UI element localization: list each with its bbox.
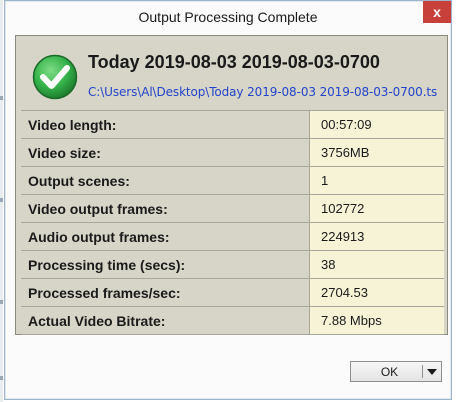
stat-value: 38 — [310, 251, 444, 278]
stat-label: Video length: — [21, 111, 310, 138]
background-mark — [0, 376, 3, 380]
stat-row-audio-output-frames: Audio output frames: 224913 — [21, 223, 444, 251]
stat-row-video-output-frames: Video output frames: 102772 — [21, 195, 444, 223]
stat-label: Output scenes: — [21, 167, 310, 194]
stat-value: 102772 — [310, 195, 444, 222]
ok-split-button: OK — [350, 361, 442, 382]
stat-label: Processing time (secs): — [21, 251, 310, 278]
stat-row-output-scenes: Output scenes: 1 — [21, 167, 444, 195]
stat-row-actual-video-bitrate: Actual Video Bitrate: 7.88 Mbps — [21, 307, 444, 335]
stat-row-video-size: Video size: 3756MB — [21, 139, 444, 167]
stat-value: 2704.53 — [310, 279, 444, 306]
ok-button[interactable]: OK — [351, 362, 422, 381]
stat-value: 00:57:09 — [310, 111, 444, 138]
stat-label: Video output frames: — [21, 195, 310, 222]
stat-row-video-length: Video length: 00:57:09 — [21, 111, 444, 139]
background-mark — [0, 300, 3, 304]
stat-value: 7.88 Mbps — [310, 307, 444, 334]
window-title: Output Processing Complete — [138, 9, 318, 25]
results-panel: Today 2019-08-03 2019-08-03-0700 C:\User… — [15, 35, 448, 335]
stat-row-processed-frames-per-sec: Processed frames/sec: 2704.53 — [21, 279, 444, 307]
stat-label: Video size: — [21, 139, 310, 166]
stat-value: 3756MB — [310, 139, 444, 166]
recording-title: Today 2019-08-03 2019-08-03-0700 — [88, 52, 380, 72]
caret-down-icon — [427, 368, 437, 375]
close-button[interactable]: x — [423, 1, 451, 23]
ok-dropdown-toggle[interactable] — [423, 362, 441, 381]
stats-table: Video length: 00:57:09 Video size: 3756M… — [21, 110, 444, 335]
output-complete-dialog: Output Processing Complete x Today 2019-… — [4, 0, 452, 400]
background-window-edge — [0, 0, 3, 402]
check-icon — [32, 54, 78, 100]
background-mark — [0, 96, 3, 100]
stat-row-processing-time: Processing time (secs): 38 — [21, 251, 444, 279]
stat-value: 224913 — [310, 223, 444, 250]
background-mark — [0, 198, 3, 202]
stat-label: Processed frames/sec: — [21, 279, 310, 306]
close-icon: x — [433, 4, 441, 20]
title-bar[interactable]: Output Processing Complete x — [5, 1, 451, 33]
stat-label: Audio output frames: — [21, 223, 310, 250]
output-file-path[interactable]: C:\Users\Al\Desktop\Today 2019-08-03 201… — [88, 85, 437, 99]
stat-value: 1 — [310, 167, 444, 194]
result-header: Today 2019-08-03 2019-08-03-0700 C:\User… — [16, 36, 447, 106]
stat-label: Actual Video Bitrate: — [21, 307, 310, 334]
